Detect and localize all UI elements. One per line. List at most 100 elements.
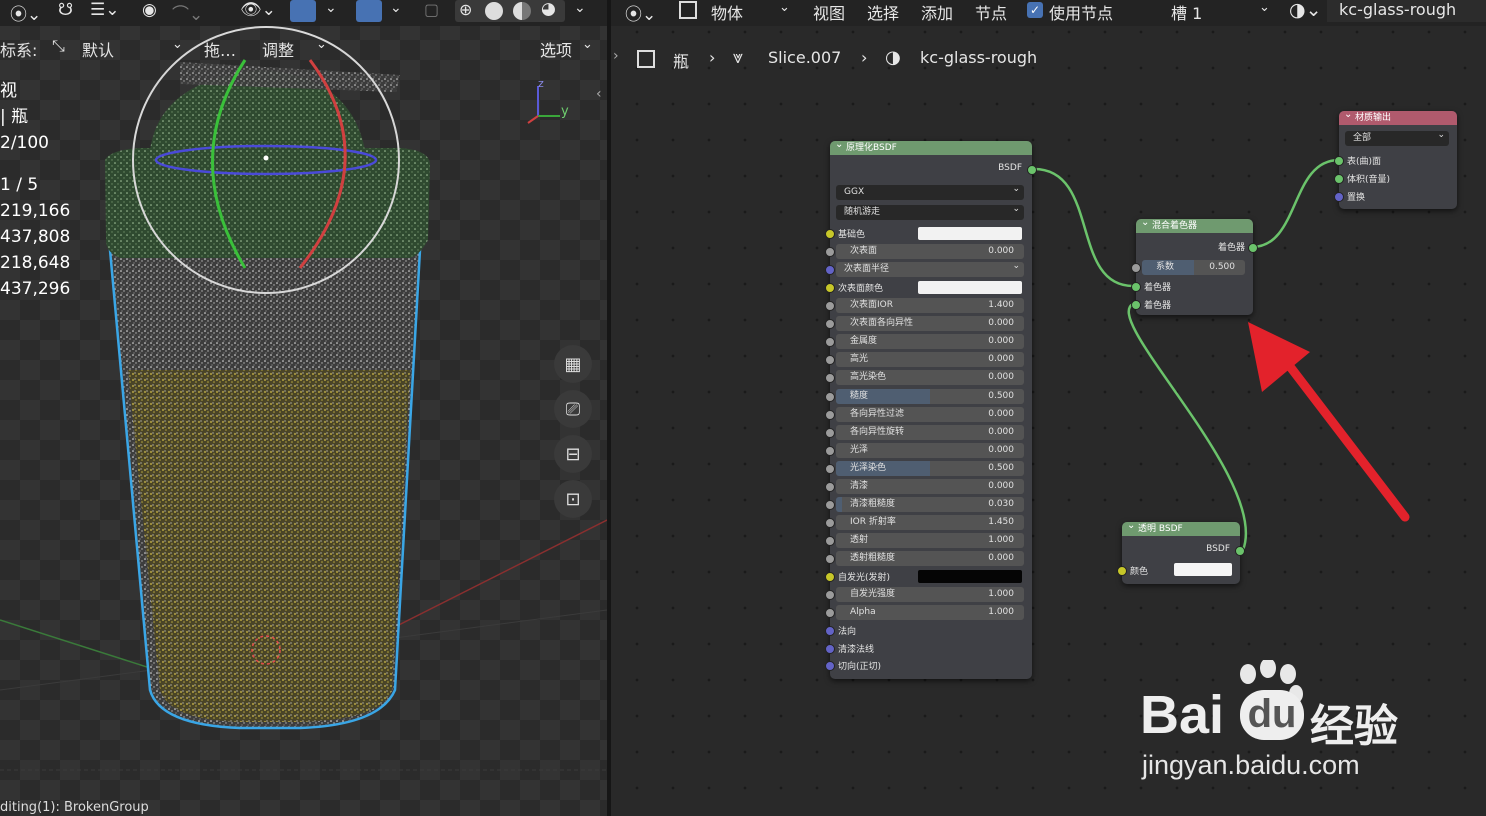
principled-header[interactable]: 原理化BSDF bbox=[830, 138, 1032, 155]
principled-field[interactable]: 透射粗糙度 0.000 bbox=[836, 551, 1024, 567]
gizmo-menu-icon[interactable]: ⌄ bbox=[325, 0, 337, 16]
lock-icon[interactable]: ⊡ bbox=[554, 480, 592, 518]
distribution-dropdown[interactable]: GGX bbox=[836, 182, 1024, 200]
transparent-color-swatch[interactable] bbox=[1174, 563, 1232, 576]
material-output-node[interactable]: 材质输出 全部 表(曲)面 体积(音量) 置换 bbox=[1334, 108, 1457, 209]
3d-viewport[interactable]: ⦿⌄ ☋ ☰⌄ ◉ ⌒⌄ 👁⌄ ⌄ ⌄ ▢ ⊕ ◕ ⌄ 标系: ⤡ 默认 ⌄ 拖… bbox=[0, 0, 607, 816]
adjust-dropdown[interactable]: 调整 bbox=[262, 37, 294, 61]
surface-socket[interactable] bbox=[1334, 156, 1344, 166]
subsurface-color-swatch[interactable] bbox=[918, 281, 1022, 294]
volume-socket[interactable] bbox=[1334, 174, 1344, 184]
subsurface-field[interactable]: 次表面 0.000 bbox=[836, 244, 1024, 259]
principled-field[interactable]: 透射 1.000 bbox=[836, 533, 1024, 549]
principled-field[interactable]: 光泽染色 0.500 bbox=[836, 460, 1024, 476]
xray-icon[interactable]: ▢ bbox=[424, 0, 439, 19]
drag-dropdown[interactable]: 拖… bbox=[204, 37, 236, 61]
editor-type-icon[interactable]: ⦿⌄ bbox=[625, 0, 656, 25]
bsdf-output-socket[interactable] bbox=[1027, 165, 1037, 175]
principled-field[interactable]: 光泽 0.000 bbox=[836, 442, 1024, 458]
normal-socket[interactable] bbox=[825, 626, 835, 636]
material-browse-icon[interactable]: ◑⌄ bbox=[1289, 0, 1322, 21]
view-object-types-icon[interactable]: ⦿⌄ bbox=[10, 0, 41, 25]
shader1-socket[interactable] bbox=[1131, 282, 1141, 292]
input-socket[interactable] bbox=[825, 319, 835, 330]
object-menu[interactable]: 物体 bbox=[711, 0, 743, 24]
proportional-edit-icon[interactable]: ◉ bbox=[142, 0, 157, 20]
subsurface-socket[interactable] bbox=[825, 247, 835, 257]
mix-shader-node[interactable]: 混合着色器 着色器 系数 0.500 着色器 着色器 bbox=[1131, 216, 1258, 315]
principled-field[interactable]: 清漆粗糙度 0.030 bbox=[836, 497, 1024, 513]
camera-icon[interactable]: ⎚ bbox=[554, 390, 592, 428]
options-dropdown[interactable]: 选项 bbox=[540, 37, 572, 61]
input-socket[interactable] bbox=[825, 608, 835, 618]
material-name-field[interactable]: kc-glass-rough bbox=[1327, 0, 1486, 22]
transparent-color-socket[interactable] bbox=[1117, 566, 1127, 576]
axis-gizmo[interactable] bbox=[520, 78, 570, 128]
subsurface-radius-socket[interactable] bbox=[825, 265, 835, 275]
fac-field[interactable]: 系数 0.500 bbox=[1142, 260, 1245, 275]
transparent-output-socket[interactable] bbox=[1235, 546, 1245, 556]
add-menu[interactable]: 添加 bbox=[921, 0, 953, 24]
base-color-swatch[interactable] bbox=[918, 227, 1022, 240]
magnet-icon[interactable]: ☋ bbox=[58, 0, 73, 20]
input-socket[interactable] bbox=[825, 373, 835, 384]
toggle-view-icon[interactable]: ⊟ bbox=[554, 435, 592, 473]
input-socket[interactable] bbox=[825, 518, 835, 529]
node-menu[interactable]: 节点 bbox=[975, 0, 1007, 24]
input-socket[interactable] bbox=[825, 500, 835, 511]
principled-field[interactable]: IOR 折射率 1.450 bbox=[836, 515, 1024, 531]
output-header[interactable]: 材质输出 bbox=[1339, 108, 1457, 125]
subsurface-radius-dropdown[interactable]: 次表面半径 bbox=[836, 259, 1024, 277]
grid-view-icon[interactable]: ▦ bbox=[554, 345, 592, 383]
input-socket[interactable] bbox=[825, 482, 835, 492]
visibility-icon[interactable]: 👁⌄ bbox=[240, 0, 276, 20]
input-socket[interactable] bbox=[825, 409, 835, 420]
wireframe-icon[interactable]: ⊕ bbox=[459, 0, 472, 19]
breadcrumb-toggle-icon[interactable]: › bbox=[613, 48, 619, 64]
principled-field[interactable]: 各向异性旋转 0.000 bbox=[836, 424, 1024, 440]
principled-field[interactable]: 高光染色 0.000 bbox=[836, 370, 1024, 386]
snap-menu-icon[interactable]: ☰⌄ bbox=[90, 0, 119, 20]
principled-field[interactable]: 次表面各向异性 0.000 bbox=[836, 316, 1024, 332]
use-nodes-checkbox[interactable]: ✓ bbox=[1027, 2, 1043, 18]
principled-field[interactable]: Alpha 1.000 bbox=[836, 605, 1024, 620]
falloff-icon[interactable]: ⌒⌄ bbox=[172, 0, 203, 25]
input-socket[interactable] bbox=[825, 391, 835, 402]
principled-field[interactable]: 自发光强度 1.000 bbox=[836, 587, 1024, 602]
emission-swatch[interactable] bbox=[918, 570, 1022, 583]
input-socket[interactable] bbox=[825, 463, 835, 474]
view-menu[interactable]: 视图 bbox=[813, 0, 845, 24]
sidebar-toggle-icon[interactable]: ‹ bbox=[596, 86, 602, 102]
shader2-socket[interactable] bbox=[1131, 300, 1141, 310]
gizmo-toggle-icon[interactable] bbox=[290, 0, 316, 22]
overlay-toggle-icon[interactable] bbox=[356, 0, 382, 22]
material-icon[interactable] bbox=[513, 2, 531, 20]
overlay-menu-icon[interactable]: ⌄ bbox=[390, 0, 402, 16]
input-socket[interactable] bbox=[825, 301, 835, 311]
base-color-socket[interactable] bbox=[825, 229, 835, 239]
mix-header[interactable]: 混合着色器 bbox=[1136, 216, 1253, 233]
principled-field[interactable]: 糙度 0.500 bbox=[836, 388, 1024, 404]
select-menu[interactable]: 选择 bbox=[867, 0, 899, 24]
principled-field[interactable]: 高光 0.000 bbox=[836, 352, 1024, 368]
shading-menu-icon[interactable]: ⌄ bbox=[574, 0, 586, 16]
displacement-socket[interactable] bbox=[1334, 192, 1344, 202]
clearcoat-normal-socket[interactable] bbox=[825, 644, 835, 654]
input-socket[interactable] bbox=[825, 590, 835, 600]
principled-bsdf-node[interactable]: 原理化BSDF BSDF GGX 随机游走 基础色 次表面 0.000 次表面半… bbox=[825, 138, 1037, 679]
mix-output-socket[interactable] bbox=[1248, 243, 1258, 253]
input-socket[interactable] bbox=[825, 536, 835, 547]
subsurface-color-socket[interactable] bbox=[825, 283, 835, 293]
principled-field[interactable]: 各向异性过滤 0.000 bbox=[836, 406, 1024, 422]
coord-dropdown[interactable]: 默认 bbox=[82, 37, 114, 61]
emission-socket[interactable] bbox=[825, 572, 835, 582]
fac-socket[interactable] bbox=[1131, 263, 1141, 273]
output-target-dropdown[interactable]: 全部 bbox=[1345, 128, 1449, 146]
subsurface-method-dropdown[interactable]: 随机游走 bbox=[836, 202, 1024, 220]
transparent-header[interactable]: 透明 BSDF bbox=[1122, 519, 1240, 536]
input-socket[interactable] bbox=[825, 355, 835, 366]
tangent-socket[interactable] bbox=[825, 661, 835, 671]
transparent-bsdf-node[interactable]: 透明 BSDF BSDF 颜色 bbox=[1117, 519, 1245, 584]
principled-field[interactable]: 次表面IOR 1.400 bbox=[836, 298, 1024, 313]
input-socket[interactable] bbox=[825, 445, 835, 456]
